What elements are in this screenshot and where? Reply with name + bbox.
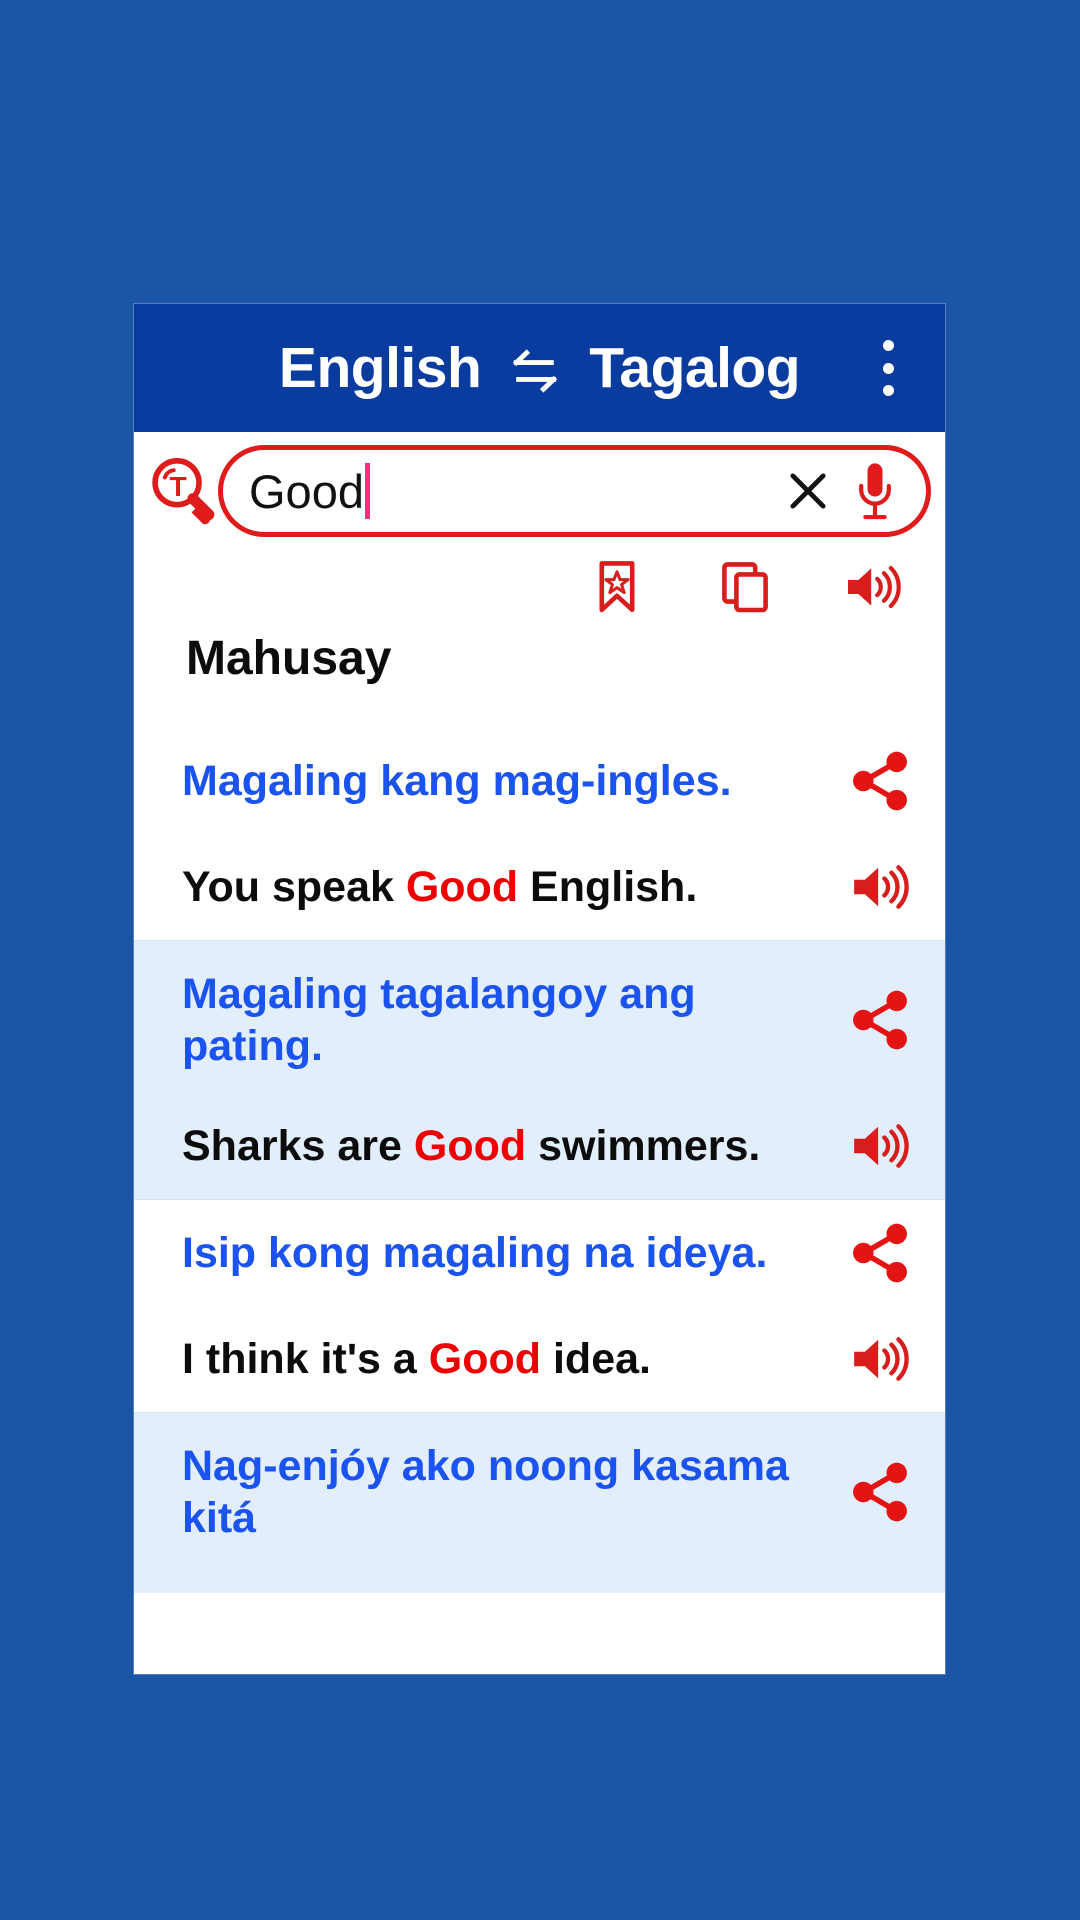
menu-dot — [882, 385, 894, 396]
list-bottom-spacer — [134, 1593, 945, 1619]
example-target-text-wrap: Magaling kang mag-ingles. — [182, 755, 841, 807]
example-source-text: You speak Good English. — [182, 863, 697, 911]
example-source-pre: Sharks are — [182, 1121, 414, 1170]
example-source-line: Sharks are Good swimmers. — [134, 1093, 945, 1199]
language-pair-selector[interactable]: English Tagalog — [279, 339, 801, 399]
speaker-icon[interactable] — [841, 1320, 919, 1398]
example-target-text: Isip kong magaling na ideya. — [182, 1228, 768, 1277]
source-language-label[interactable]: English — [279, 339, 482, 397]
example-target-text-wrap: Isip kong magaling na ideya. — [182, 1227, 841, 1279]
close-x-icon[interactable] — [776, 459, 840, 523]
examples-list[interactable]: Magaling kang mag-ingles. You speak Good — [134, 728, 945, 1674]
example-source-pre: You speak — [182, 862, 406, 911]
search-input-value-wrap: Good — [249, 463, 776, 519]
svg-text:T: T — [169, 471, 186, 502]
translate-search-icon[interactable]: T — [146, 450, 218, 532]
example-group: Magaling kang mag-ingles. You speak Good — [134, 728, 945, 940]
example-source-text-wrap: Sharks are Good swimmers. — [182, 1120, 841, 1172]
share-icon[interactable] — [841, 981, 919, 1059]
microphone-icon[interactable] — [846, 455, 904, 527]
example-source-highlight: Good — [413, 1121, 527, 1170]
example-target-text: Magaling kang mag-ingles. — [182, 756, 732, 805]
example-group-spacer — [134, 1565, 945, 1593]
primary-result: Mahusay — [134, 624, 945, 728]
example-source-text: Sharks are Good swimmers. — [182, 1122, 760, 1170]
example-target-line: Magaling tagalangoy ang pating. — [134, 941, 945, 1093]
example-target-line: Nag-enjóy ako noong kasama kitá — [134, 1413, 945, 1565]
menu-dot — [882, 362, 894, 374]
speaker-icon[interactable] — [843, 557, 903, 617]
example-target-text: Nag-enjóy ako noong kasama kitá — [182, 1441, 789, 1542]
more-vertical-icon[interactable] — [865, 337, 911, 399]
example-target-line: Magaling kang mag-ingles. — [134, 728, 945, 834]
example-source-text-wrap: You speak Good English. — [182, 861, 841, 913]
speaker-icon[interactable] — [841, 848, 919, 926]
search-bar-row: T Good — [134, 432, 945, 550]
menu-dot — [882, 340, 894, 351]
example-group: Isip kong magaling na ideya. I think it' — [134, 1199, 945, 1412]
example-source-line: I think it's a Good idea. — [134, 1306, 945, 1412]
share-icon[interactable] — [841, 1453, 919, 1531]
swap-horizontal-icon[interactable] — [507, 343, 563, 399]
share-icon[interactable] — [841, 742, 919, 820]
example-group: Nag-enjóy ako noong kasama kitá — [134, 1412, 945, 1593]
target-language-label[interactable]: Tagalog — [589, 339, 800, 397]
text-caret — [364, 463, 370, 519]
app-header: English Tagalog — [134, 304, 945, 432]
bookmark-star-icon[interactable] — [587, 557, 647, 617]
example-target-line: Isip kong magaling na ideya. — [134, 1200, 945, 1306]
example-source-text: I think it's a Good idea. — [182, 1335, 651, 1383]
example-source-post: idea. — [541, 1334, 651, 1383]
translator-app-card: English Tagalog T Good Mahusay Magaling … — [134, 304, 945, 1674]
example-target-text: Magaling tagalangoy ang pating. — [182, 969, 696, 1070]
example-source-highlight: Good — [428, 1334, 542, 1383]
example-source-post: English. — [518, 862, 698, 911]
share-icon[interactable] — [841, 1214, 919, 1292]
example-source-pre: I think it's a — [182, 1334, 429, 1383]
example-target-text-wrap: Nag-enjóy ako noong kasama kitá — [182, 1440, 841, 1545]
example-source-text-wrap: I think it's a Good idea. — [182, 1333, 841, 1385]
copy-icon[interactable] — [715, 557, 775, 617]
result-actions-row — [134, 550, 945, 624]
search-input[interactable]: Good — [218, 445, 931, 537]
example-target-text-wrap: Magaling tagalangoy ang pating. — [182, 968, 841, 1073]
example-source-post: swimmers. — [526, 1121, 761, 1170]
speaker-icon[interactable] — [841, 1107, 919, 1185]
example-group: Magaling tagalangoy ang pating. Sharks a — [134, 940, 945, 1199]
example-source-line: You speak Good English. — [134, 834, 945, 940]
primary-translation-text: Mahusay — [186, 632, 392, 685]
example-source-highlight: Good — [405, 862, 519, 911]
search-input-value: Good — [249, 464, 364, 518]
